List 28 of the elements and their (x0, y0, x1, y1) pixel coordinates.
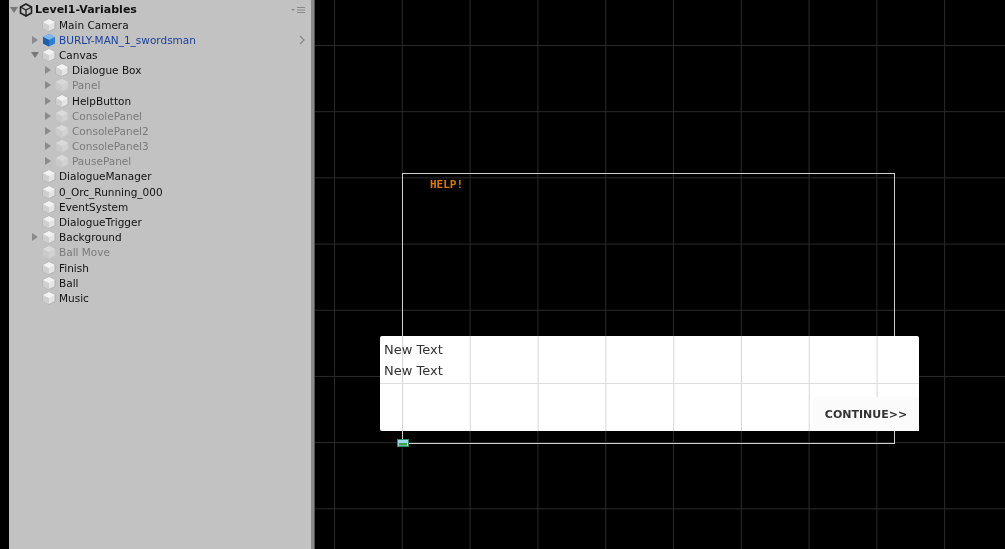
menu-icon[interactable] (291, 5, 305, 14)
chevron-right-icon[interactable] (299, 34, 305, 45)
hierarchy-item[interactable]: BURLY-MAN_1_swordsman (59, 32, 196, 47)
expand-arrow-icon[interactable] (31, 35, 39, 44)
hierarchy-item[interactable]: DialogueTrigger (59, 215, 142, 230)
hierarchy-item[interactable]: Music (59, 290, 89, 305)
hierarchy-item[interactable]: EventSystem (59, 199, 129, 214)
expand-arrow-icon[interactable] (31, 233, 39, 242)
scene-title[interactable]: Level1-Variables (35, 3, 137, 16)
image-gizmo-icon (397, 439, 409, 447)
hierarchy-item[interactable]: Ball (59, 275, 79, 290)
help-label[interactable]: HELP! (430, 178, 464, 191)
hierarchy-item[interactable]: DialogueManager (59, 169, 152, 184)
continue-button[interactable]: CONTINUE>> (813, 397, 919, 431)
expand-arrow-icon[interactable] (31, 50, 39, 59)
unity-logo-icon (19, 2, 33, 17)
hierarchy-item[interactable]: HelpButton (72, 93, 132, 108)
hierarchy-item[interactable]: Canvas (59, 47, 98, 62)
expand-arrow-icon[interactable] (9, 5, 19, 14)
hierarchy-item[interactable]: Main Camera (59, 17, 129, 32)
hierarchy-item[interactable]: Dialogue Box (72, 63, 142, 78)
hierarchy-item[interactable]: 0_Orc_Running_000 (59, 184, 163, 199)
expand-arrow-icon[interactable] (44, 96, 52, 105)
dialogue-text: New Text (384, 341, 444, 359)
expand-arrow-icon[interactable] (44, 66, 52, 75)
hierarchy-item[interactable]: Finish (59, 260, 89, 275)
dialogue-text: New Text (384, 362, 444, 380)
hierarchy-item[interactable]: Background (59, 230, 122, 245)
